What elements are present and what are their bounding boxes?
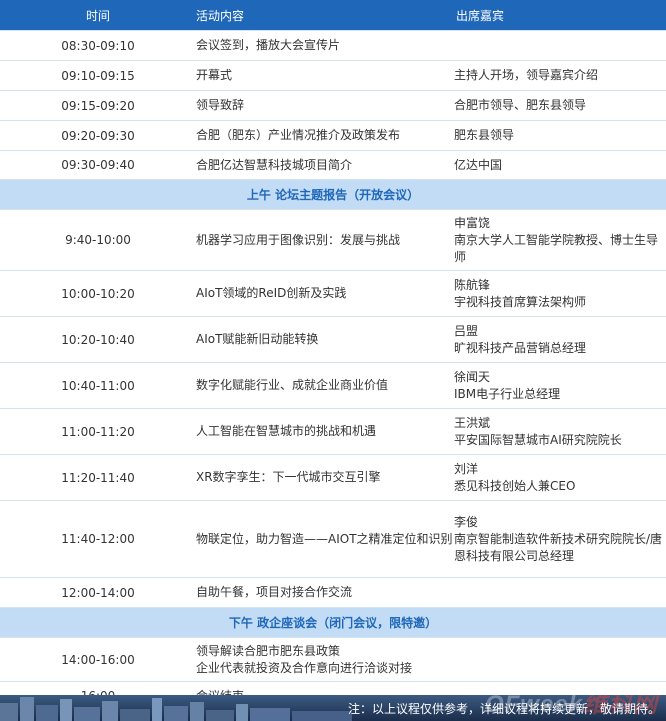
- agenda-row: 08:30-09:10 会议签到，播放大会宣传片: [0, 30, 666, 61]
- agenda-guest: 李俊南京智能制造软件新技术研究院院长/唐恩科技有限公司总经理: [454, 500, 666, 578]
- footer-note: 注：以上议程仅供参考，详细议程将持续更新，敬请期待。: [347, 702, 660, 716]
- agenda-time: 10:40-11:00: [0, 362, 196, 409]
- guest-name: 申富饶: [454, 215, 491, 230]
- header-time: 时间: [0, 0, 196, 31]
- agenda-row: 11:20-11:40 XR数字孪生：下一代城市交互引擎 刘洋悉见科技创始人兼CEO: [0, 454, 666, 501]
- agenda-time: 09:20-09:30: [0, 120, 196, 151]
- agenda-guest: 合肥市领导、肥东县领导: [454, 90, 666, 121]
- agenda-header: 时间 活动内容 出席嘉宾: [0, 0, 666, 31]
- guest-info: 主持人开场，领导嘉宾介绍: [454, 68, 599, 82]
- agenda-table: 时间 活动内容 出席嘉宾 08:30-09:10 会议签到，播放大会宣传片 09:1…: [0, 0, 666, 711]
- agenda-topic: 开幕式: [196, 60, 454, 91]
- agenda-topic: 数字化赋能行业、成就企业商业价值: [196, 362, 454, 409]
- agenda-row: 09:15-09:20 领导致辞 合肥市领导、肥东县领导: [0, 90, 666, 121]
- guest-name: 徐闻天: [454, 369, 491, 384]
- guest-name: 吕盟: [454, 323, 479, 338]
- section-row: 上午 论坛主题报告（开放会议）: [0, 179, 666, 210]
- guest-name: 陈航锋: [454, 277, 491, 292]
- agenda-topic: 合肥（肥东）产业情况推介及政策发布: [196, 120, 454, 151]
- guest-name: 刘洋: [454, 461, 479, 476]
- agenda-row: 9:40-10:00 机器学习应用于图像识别：发展与挑战 申富饶南京大学人工智能学院…: [0, 209, 666, 271]
- agenda-time: 9:40-10:00: [0, 209, 196, 271]
- agenda-time: 12:00-14:00: [0, 577, 196, 608]
- section-title: 下午 政企座谈会（闭门会议，限特邀）: [0, 607, 666, 638]
- agenda-guest: 肥东县领导: [454, 120, 666, 151]
- agenda-guest: [454, 577, 666, 608]
- header-guest: 出席嘉宾: [454, 0, 666, 31]
- agenda-row: 11:40-12:00 物联定位，助力智造——AIOT之精准定位和识别 李俊南京智能…: [0, 500, 666, 578]
- agenda-guest: 刘洋悉见科技创始人兼CEO: [454, 454, 666, 501]
- agenda-row: 10:20-10:40 AIoT赋能新旧动能转换 吕盟旷视科技产品营销总经理: [0, 316, 666, 363]
- footer-banner: OFweek维科网 注：以上议程仅供参考，详细议程将持续更新，敬请期待。: [0, 695, 666, 721]
- agenda-guest: 主持人开场，领导嘉宾介绍: [454, 60, 666, 91]
- agenda-topic: 会议签到，播放大会宣传片: [196, 30, 454, 61]
- agenda-time: 10:00-10:20: [0, 270, 196, 317]
- agenda-row: 10:00-10:20 AIoT领域的ReID创新及实践 陈航锋宇视科技首席算法架构…: [0, 270, 666, 317]
- agenda-time: 14:00-16:00: [0, 637, 196, 682]
- section-title: 上午 论坛主题报告（开放会议）: [0, 179, 666, 210]
- agenda-guest: 徐闻天 IBM电子行业总经理: [454, 362, 666, 409]
- agenda-time: 08:30-09:10: [0, 30, 196, 61]
- agenda-row: 09:20-09:30 合肥（肥东）产业情况推介及政策发布 肥东县领导: [0, 120, 666, 151]
- agenda-topic: AIoT赋能新旧动能转换: [196, 316, 454, 363]
- section-row: 下午 政企座谈会（闭门会议，限特邀）: [0, 607, 666, 638]
- agenda-time: 09:10-09:15: [0, 60, 196, 91]
- agenda-page: 时间 活动内容 出席嘉宾 08:30-09:10 会议签到，播放大会宣传片 09:1…: [0, 0, 666, 721]
- agenda-topic: XR数字孪生：下一代城市交互引擎: [196, 454, 454, 501]
- agenda-topic: 领导解读合肥市肥东县政策 企业代表就投资及合作意向进行洽谈对接: [196, 637, 454, 682]
- guest-info: 南京智能制造软件新技术研究院院长/唐恩科技有限公司总经理: [454, 531, 663, 563]
- agenda-guest: [454, 30, 666, 61]
- agenda-guest: 申富饶南京大学人工智能学院教授、博士生导师: [454, 209, 666, 271]
- guest-name: 王洪斌: [454, 415, 491, 430]
- agenda-guest: 吕盟旷视科技产品营销总经理: [454, 316, 666, 363]
- guest-info: 亿达中国: [454, 157, 503, 172]
- agenda-row: 10:40-11:00 数字化赋能行业、成就企业商业价值 徐闻天 IBM电子行业总经理: [0, 362, 666, 409]
- guest-info: 合肥市领导、肥东县领导: [454, 98, 587, 112]
- agenda-guest: 王洪斌平安国际智慧城市AI研究院院长: [454, 408, 666, 455]
- agenda-guest: 亿达中国: [454, 150, 666, 180]
- agenda-time: 09:30-09:40: [0, 150, 196, 180]
- guest-info: 悉见科技创始人兼CEO: [454, 478, 576, 493]
- guest-info: 宇视科技首席算法架构师: [454, 294, 587, 309]
- agenda-guest: 陈航锋宇视科技首席算法架构师: [454, 270, 666, 317]
- agenda-topic: 人工智能在智慧城市的挑战和机遇: [196, 408, 454, 455]
- agenda-row: 09:30-09:40 合肥亿达智慧科技城项目简介 亿达中国: [0, 150, 666, 180]
- header-topic: 活动内容: [196, 0, 454, 31]
- agenda-row: 11:00-11:20 人工智能在智慧城市的挑战和机遇 王洪斌平安国际智慧城市AI研…: [0, 408, 666, 455]
- agenda-topic: 机器学习应用于图像识别：发展与挑战: [196, 209, 454, 271]
- agenda-topic: 合肥亿达智慧科技城项目简介: [196, 150, 454, 180]
- agenda-body: 08:30-09:10 会议签到，播放大会宣传片 09:10-09:15 开幕式 主持人…: [0, 30, 666, 711]
- agenda-topic: 领导致辞: [196, 90, 454, 121]
- agenda-time: 10:20-10:40: [0, 316, 196, 363]
- agenda-time: 11:20-11:40: [0, 454, 196, 501]
- agenda-row: 12:00-14:00 自助午餐，项目对接合作交流: [0, 577, 666, 608]
- agenda-topic: AIoT领域的ReID创新及实践: [196, 270, 454, 317]
- agenda-topic: 自助午餐，项目对接合作交流: [196, 577, 454, 608]
- agenda-row: 14:00-16:00 领导解读合肥市肥东县政策 企业代表就投资及合作意向进行洽谈…: [0, 637, 666, 682]
- agenda-time: 11:40-12:00: [0, 500, 196, 578]
- agenda-row: 09:10-09:15 开幕式 主持人开场，领导嘉宾介绍: [0, 60, 666, 91]
- guest-info: 平安国际智慧城市AI研究院院长: [454, 432, 622, 447]
- guest-info: 肥东县领导: [454, 128, 515, 142]
- guest-info: 旷视科技产品营销总经理: [454, 340, 587, 355]
- guest-info: 南京大学人工智能学院教授、博士生导师: [454, 232, 659, 264]
- guest-name: 李俊: [454, 514, 479, 529]
- agenda-guest: [454, 637, 666, 682]
- guest-info: IBM电子行业总经理: [454, 386, 561, 401]
- agenda-time: 09:15-09:20: [0, 90, 196, 121]
- agenda-topic: 物联定位，助力智造——AIOT之精准定位和识别: [196, 500, 454, 578]
- agenda-time: 11:00-11:20: [0, 408, 196, 455]
